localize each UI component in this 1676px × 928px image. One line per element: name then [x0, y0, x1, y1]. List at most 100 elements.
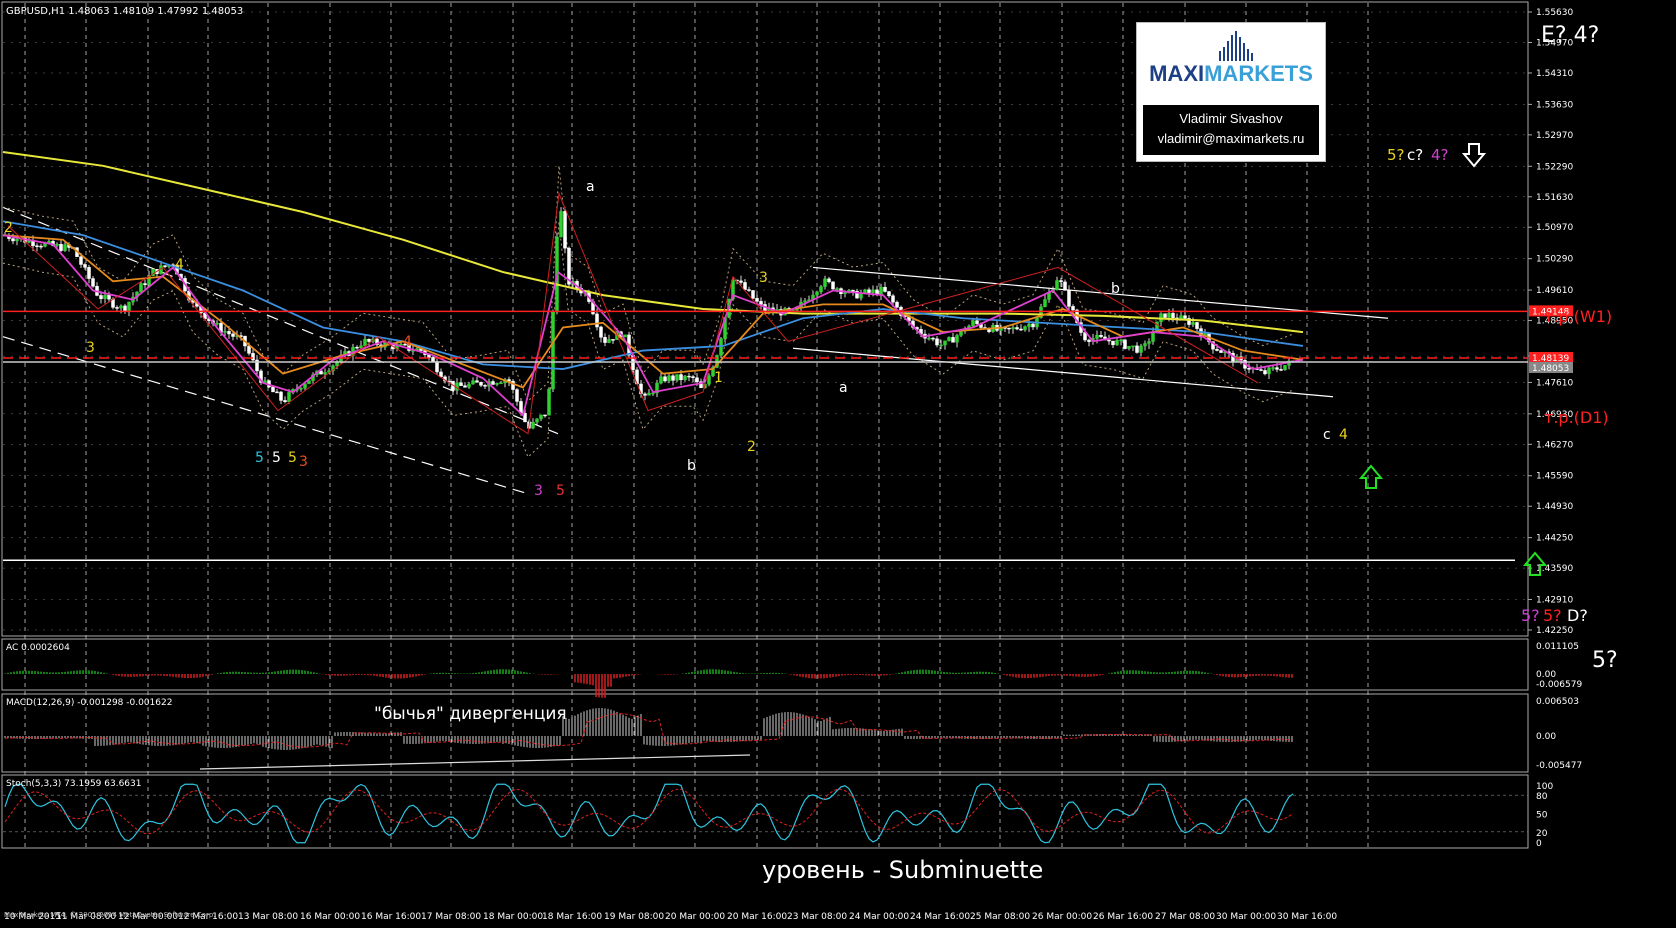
- candle: [431, 357, 435, 362]
- wave-label: c: [1323, 427, 1331, 443]
- annotation-d-part1: 5?: [1521, 606, 1540, 625]
- time-tick-label: 13 Mar 08:00: [238, 912, 298, 922]
- candle: [55, 243, 59, 246]
- candle: [871, 289, 875, 293]
- time-tick-label: 18 Mar 16:00: [542, 912, 602, 922]
- stoch-tick-label: 0: [1536, 839, 1542, 849]
- macd-pane: [1, 693, 1529, 773]
- price-tick-label: 1.50970: [1536, 223, 1573, 233]
- candle: [231, 333, 235, 337]
- candle: [975, 320, 979, 324]
- candle: [1071, 306, 1075, 311]
- candle: [1011, 327, 1015, 330]
- wave-label: 5: [272, 450, 281, 466]
- candle: [103, 294, 107, 299]
- candle: [891, 295, 895, 303]
- candle: [1127, 345, 1131, 349]
- chart-svg[interactable]: 1.556301.549701.543101.536301.529701.522…: [0, 0, 1676, 924]
- time-tick-label: 24 Mar 00:00: [849, 912, 909, 922]
- candle: [1111, 340, 1115, 346]
- stoch-tick-label: 20: [1536, 829, 1548, 839]
- wave-label: 3: [759, 270, 768, 286]
- candle: [887, 291, 891, 297]
- candle: [835, 288, 839, 290]
- candle: [895, 301, 899, 308]
- stoch-label: Stoch(5,3,3) 73.1959 63.6631: [6, 779, 141, 789]
- logo-bars-icon: [1219, 31, 1253, 61]
- candle: [459, 382, 463, 386]
- candle: [163, 265, 167, 267]
- candle: [643, 393, 647, 396]
- macd-tick-label: -0.005477: [1536, 761, 1582, 771]
- time-tick-label: 16 Mar 16:00: [361, 912, 421, 922]
- candle: [1271, 367, 1275, 369]
- candle: [1163, 313, 1167, 318]
- candle: [551, 311, 555, 390]
- candle: [563, 211, 567, 249]
- down-arrow-icon: [1461, 143, 1487, 168]
- candle: [359, 345, 363, 349]
- price-tick-label: 1.52970: [1536, 131, 1573, 141]
- price-tick-label: 1.42250: [1536, 626, 1573, 636]
- candle: [651, 392, 655, 395]
- candle: [683, 375, 687, 381]
- candle: [15, 238, 19, 242]
- time-tick-label: 19 Mar 08:00: [604, 912, 664, 922]
- candle: [91, 278, 95, 287]
- candle: [687, 375, 691, 378]
- stoch-tick-label: 50: [1536, 811, 1548, 821]
- ac-tick-label: 0.00: [1536, 670, 1556, 680]
- candle: [931, 337, 935, 340]
- macd-label: MACD(12,26,9) -0.001298 -0.001622: [6, 698, 172, 708]
- candle: [63, 244, 67, 251]
- price-tick-label: 1.44930: [1536, 502, 1573, 512]
- candle: [1027, 323, 1031, 327]
- wave-label: 3: [299, 454, 308, 470]
- candle: [543, 414, 547, 417]
- author-email: vladimir@maximarkets.ru: [1157, 131, 1305, 146]
- candle: [1279, 369, 1283, 371]
- candle: [499, 382, 503, 385]
- price-tick-label: 1.52290: [1536, 162, 1573, 172]
- candle: [1143, 343, 1147, 347]
- stoch-tick-label: 100: [1536, 782, 1553, 792]
- candle: [1007, 327, 1011, 330]
- candle: [355, 346, 359, 349]
- candle: [831, 281, 835, 290]
- ac-tick-label: 0.011105: [1536, 642, 1579, 652]
- candle: [1015, 327, 1019, 330]
- wave-label: 4: [1339, 427, 1348, 443]
- price-tick-label: 1.49610: [1536, 286, 1573, 296]
- annotation-level: уровень - Subminuette: [762, 856, 1043, 884]
- candle: [479, 382, 483, 386]
- candle: [483, 385, 487, 387]
- price-tick-label: 1.47610: [1536, 378, 1573, 388]
- candle: [1219, 350, 1223, 353]
- envelope-lower: [2, 221, 1294, 458]
- candle: [939, 344, 943, 347]
- annotation-five: 5?: [1592, 648, 1618, 673]
- moving-averages: [2, 150, 1304, 417]
- time-tick-label: 18 Mar 00:00: [483, 912, 543, 922]
- candle: [691, 376, 695, 379]
- time-tick-label: 30 Mar 16:00: [1277, 912, 1337, 922]
- candle: [11, 238, 15, 242]
- candle: [251, 353, 255, 361]
- chart-header: GBPUSD,H1 1.48063 1.48109 1.47992 1.4805…: [6, 6, 243, 17]
- time-tick-label: 20 Mar 00:00: [665, 912, 725, 922]
- candle: [659, 376, 663, 384]
- candle: [475, 380, 479, 383]
- candle: [435, 361, 439, 373]
- candle: [943, 340, 947, 346]
- stoch-indicator: 10080 50 200: [3, 782, 1553, 849]
- candle: [667, 375, 671, 382]
- candle: [1115, 340, 1119, 346]
- candle: [283, 400, 287, 402]
- wave-label: a: [586, 179, 595, 195]
- candle: [599, 326, 603, 338]
- candle: [1055, 280, 1059, 291]
- wave-label: 5: [556, 483, 565, 499]
- candle: [535, 418, 539, 423]
- candle: [463, 385, 467, 388]
- annotation-tr-w1: т.р.(W1): [1544, 307, 1612, 326]
